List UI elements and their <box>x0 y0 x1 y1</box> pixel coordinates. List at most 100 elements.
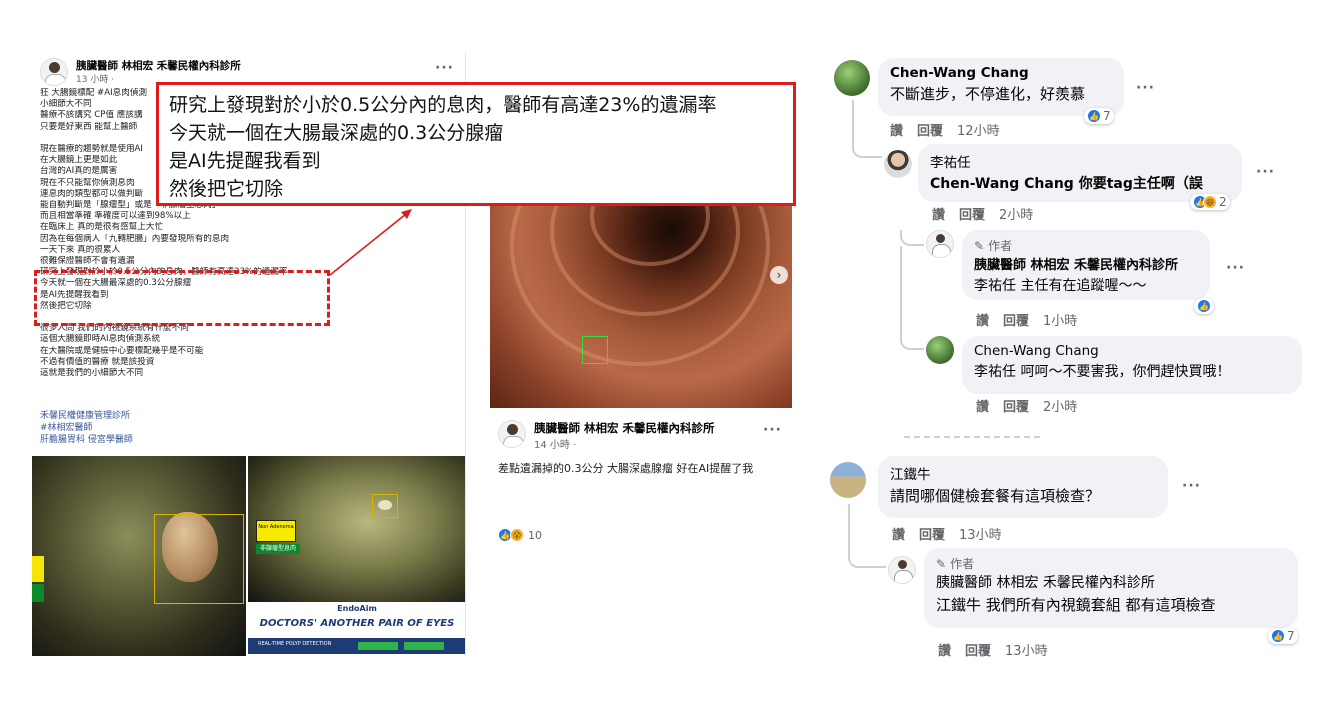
label-marker-yellow <box>32 556 44 582</box>
endoaim-brand: EndoAim <box>337 604 377 613</box>
doctor-hashtag[interactable]: #林相宏醫師 <box>40 422 133 434</box>
endoaim-slogan: DOCTORS' ANOTHER PAIR OF EYES <box>259 618 455 629</box>
like-button[interactable]: 讚 <box>976 400 989 415</box>
post-line: 在大醫院或是健檢中心要標配幾乎是不可能 <box>40 345 204 356</box>
commenter-avatar[interactable] <box>830 462 866 498</box>
author-avatar[interactable] <box>40 58 68 86</box>
like-button[interactable]: 讚 <box>892 528 905 543</box>
post-line: 因為在每個病人「九轉肥腸」內要發現所有的息肉 <box>40 233 230 244</box>
comment-time[interactable]: 2小時 <box>1043 400 1077 415</box>
like-reaction-icon: 👍 <box>1087 109 1101 123</box>
quote-callout: 研究上發現對於小於0.5公分內的息肉，醫師有高達23%的遺漏率 今天就一個在大腸… <box>156 82 796 206</box>
specialty-links[interactable]: 肝膽腸胃科 侵宮學醫師 <box>40 434 133 446</box>
post-time[interactable]: 14 小時 · <box>534 436 576 451</box>
reply-button[interactable]: 回覆 <box>917 124 943 139</box>
comment-actions: 讚回覆 13小時 <box>892 524 1016 543</box>
post-author[interactable]: 胰臟醫師 林相宏 禾馨民權內科診所 <box>76 58 241 73</box>
author-badge: ✎ 作者 <box>936 556 975 572</box>
clinic-link[interactable]: 禾馨民權健康管理診所 <box>40 410 133 422</box>
lesion <box>378 500 392 510</box>
bar-text: REAL-TIME POLYP DETECTION <box>258 641 332 647</box>
comment-time[interactable]: 1小時 <box>1043 314 1077 329</box>
comment-reactions[interactable]: 👍 7 <box>1268 628 1298 644</box>
post-author[interactable]: 胰臟醫師 林相宏 禾馨民權內科診所 <box>534 420 715 436</box>
comment-actions: 讚回覆 1小時 <box>976 310 1091 329</box>
endoscopy-image-left[interactable] <box>32 456 246 656</box>
comment-bubble: ✎ 作者 胰臟醫師 林相宏 禾馨民權內科診所 江鐵牛 我們所有內視鏡套組 都有這項… <box>924 548 1298 628</box>
callout-line: 研究上發現對於小於0.5公分內的息肉，醫師有高達23%的遺漏率 <box>169 94 717 116</box>
post-line: 在臨床上 真的是很有感幫上大忙 <box>40 222 164 233</box>
comment-reactions[interactable]: 👍 😆 2 <box>1190 194 1230 210</box>
sensitivity-pill <box>358 642 398 650</box>
comment-reactions[interactable]: 👍 7 <box>1084 108 1114 124</box>
comment-time[interactable]: 13小時 <box>959 528 1002 543</box>
commenter-name[interactable]: Chen-Wang Chang <box>890 65 1112 81</box>
post-line: 很難保證醫師不會有遺漏 <box>40 256 135 267</box>
author-avatar[interactable] <box>888 556 916 584</box>
like-button[interactable]: 讚 <box>890 124 903 139</box>
commenter-name[interactable]: 李祐任 <box>930 151 1230 171</box>
comment-text: 李祐任 呵呵～不要害我，你們趕快買哦！ <box>974 364 1231 380</box>
comment-actions: 讚回覆 2小時 <box>932 204 1047 223</box>
more-options-icon[interactable]: ··· <box>763 422 782 438</box>
mid-post-header: 胰臟醫師 林相宏 禾馨民權內科診所 14 小時 · ··· <box>498 420 788 454</box>
comment-time[interactable]: 2小時 <box>999 208 1033 223</box>
like-button[interactable]: 讚 <box>976 314 989 329</box>
dashed-highlight-box <box>34 270 330 326</box>
comment-text: 江鐵牛 我們所有內視鏡套組 都有這項檢查 <box>936 596 1216 614</box>
commenter-name[interactable]: 江鐵牛 <box>890 463 1156 483</box>
haha-reaction-icon: 😆 <box>1203 195 1217 209</box>
endoscopy-photo: Non Adenoma 非腺瘤型息肉 <box>248 456 465 602</box>
next-image-arrow[interactable]: › <box>770 266 788 284</box>
commenter-name[interactable]: Chen-Wang Chang <box>974 343 1290 359</box>
commenter-name[interactable]: 胰臟醫師 林相宏 禾馨民權內科診所 <box>974 254 1198 273</box>
comment-more-icon[interactable]: ··· <box>1136 80 1155 96</box>
commenter-avatar[interactable] <box>884 150 912 178</box>
like-button[interactable]: 讚 <box>932 208 945 223</box>
reaction-count: 10 <box>528 528 542 542</box>
comment-actions: 讚回覆 13小時 <box>938 640 1062 659</box>
reaction-summary[interactable]: 👍 😮 10 <box>498 528 542 542</box>
comment-reactions[interactable]: 👍 <box>1194 298 1214 314</box>
comment-more-icon[interactable]: ··· <box>1182 478 1201 494</box>
reply-button[interactable]: 回覆 <box>1003 400 1029 415</box>
post-line: 這就是我們的小細節大不同 <box>40 368 144 379</box>
reaction-count: 7 <box>1103 109 1111 123</box>
post-line: 而且相當準確 準確度可以達到98%以上 <box>40 211 191 222</box>
endoaim-bar: REAL-TIME POLYP DETECTION <box>248 638 465 654</box>
callout-line: 是AI先提醒我看到 <box>169 150 321 172</box>
commenter-avatar[interactable] <box>926 336 954 364</box>
author-avatar[interactable] <box>926 230 954 258</box>
comment-time[interactable]: 13小時 <box>1005 644 1048 659</box>
reply-button[interactable]: 回覆 <box>959 208 985 223</box>
thread-line <box>852 100 882 158</box>
post-links: 禾馨民權健康管理診所 #林相宏醫師 肝膽腸胃科 侵宮學醫師 <box>40 410 133 446</box>
like-reaction-icon: 👍 <box>1271 629 1285 643</box>
comment-more-icon[interactable]: ··· <box>1226 260 1245 276</box>
thread-line <box>848 504 886 568</box>
like-button[interactable]: 讚 <box>938 644 951 659</box>
reply-button[interactable]: 回覆 <box>965 644 991 659</box>
reply-button[interactable]: 回覆 <box>919 528 945 543</box>
ai-detection-box <box>582 336 608 364</box>
like-reaction-icon: 👍 <box>1197 299 1211 313</box>
post-time[interactable]: 13 小時 · <box>76 72 114 85</box>
mid-post-text: 差點遺漏掉的0.3公分 大腸深處腺瘤 好在AI提醒了我 <box>498 462 754 475</box>
endoscopy-image-right[interactable]: Non Adenoma 非腺瘤型息肉 EndoAim DOCTORS' ANOT… <box>248 456 465 656</box>
comment-more-icon[interactable]: ··· <box>1256 164 1275 180</box>
reaction-count: 2 <box>1219 195 1227 209</box>
more-options-icon[interactable]: ··· <box>435 60 454 76</box>
author-avatar[interactable] <box>498 420 526 448</box>
non-adenoma-tag: Non Adenoma <box>256 520 296 542</box>
reply-button[interactable]: 回覆 <box>1003 314 1029 329</box>
comment-bubble: 江鐵牛 請問哪個健檢套餐有這項檢查？ <box>878 456 1168 518</box>
commenter-name[interactable]: 胰臟醫師 林相宏 禾馨民權內科診所 <box>936 572 1286 592</box>
post-line: 這個大腸鏡即時AI息肉偵測系統 <box>40 334 161 345</box>
pencil-icon: ✎ <box>974 238 985 253</box>
comment-bubble: 李祐任 Chen-Wang Chang 你要tag主任啊（誤 <box>918 144 1242 202</box>
comment-text: 請問哪個健檢套餐有這項檢查？ <box>890 487 1101 505</box>
commenter-avatar[interactable] <box>834 60 870 96</box>
comment-actions: 讚回覆 2小時 <box>976 396 1091 415</box>
comment-time[interactable]: 12小時 <box>957 124 1000 139</box>
wow-reaction-icon: 😮 <box>510 528 524 542</box>
